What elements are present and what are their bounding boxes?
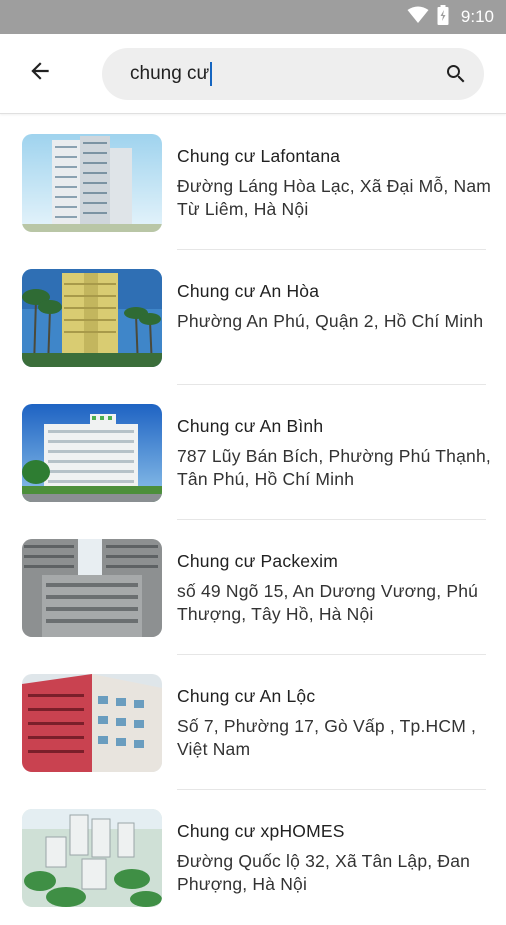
item-title: Chung cư xpHOMES bbox=[177, 821, 345, 841]
arrow-back-icon bbox=[27, 58, 53, 89]
status-time: 9:10 bbox=[460, 7, 494, 26]
item-title: Chung cư An Bình bbox=[177, 416, 324, 436]
search-bar[interactable]: chung cư bbox=[102, 47, 484, 100]
list-item[interactable]: Chung cư An Lộc Số 7, Phường 17, Gò Vấp … bbox=[0, 655, 506, 790]
item-title: Chung cư An Hòa bbox=[177, 281, 320, 301]
item-address: số 49 Ngõ 15, An Dương Vương, Phú Thượng… bbox=[177, 581, 479, 624]
list-item[interactable]: Chung cư Packexim số 49 Ngõ 15, An Dương… bbox=[0, 520, 506, 655]
text-cursor bbox=[210, 61, 213, 86]
thumbnail-image bbox=[22, 404, 162, 502]
item-address: 787 Lũy Bán Bích, Phường Phú Thạnh, Tân … bbox=[177, 446, 491, 489]
back-button[interactable] bbox=[0, 34, 80, 114]
results-list: Chung cư Lafontana Đường Láng Hòa Lạc, X… bbox=[0, 115, 506, 925]
item-address: Đường Láng Hòa Lạc, Xã Đại Mỗ, Nam Từ Li… bbox=[177, 176, 492, 219]
list-item[interactable]: Chung cư An Hòa Phường An Phú, Quận 2, H… bbox=[0, 250, 506, 385]
app-bar: chung cư bbox=[0, 34, 506, 114]
thumbnail-image bbox=[22, 134, 162, 232]
item-address: Đường Quốc lộ 32, Xã Tân Lập, Đan Phượng… bbox=[177, 851, 471, 894]
thumbnail-image bbox=[22, 809, 162, 907]
item-address: Số 7, Phường 17, Gò Vấp , Tp.HCM , Việt … bbox=[177, 716, 477, 759]
search-input[interactable]: chung cư bbox=[130, 61, 442, 86]
search-icon[interactable] bbox=[442, 60, 470, 88]
list-item[interactable]: Chung cư xpHOMES Đường Quốc lộ 32, Xã Tâ… bbox=[0, 790, 506, 925]
list-item[interactable]: Chung cư An Bình 787 Lũy Bán Bích, Phườn… bbox=[0, 385, 506, 520]
item-address: Phường An Phú, Quận 2, Hồ Chí Minh bbox=[177, 311, 484, 331]
status-bar: 9:10 bbox=[0, 0, 506, 34]
wifi-icon bbox=[407, 6, 429, 29]
thumbnail-image bbox=[22, 539, 162, 637]
battery-icon bbox=[437, 4, 449, 30]
item-title: Chung cư Packexim bbox=[177, 551, 339, 571]
thumbnail-image bbox=[22, 269, 162, 367]
thumbnail-image bbox=[22, 674, 162, 772]
item-title: Chung cư Lafontana bbox=[177, 146, 341, 166]
item-title: Chung cư An Lộc bbox=[177, 686, 316, 706]
list-item[interactable]: Chung cư Lafontana Đường Láng Hòa Lạc, X… bbox=[0, 115, 506, 250]
search-query: chung cư bbox=[130, 62, 210, 84]
